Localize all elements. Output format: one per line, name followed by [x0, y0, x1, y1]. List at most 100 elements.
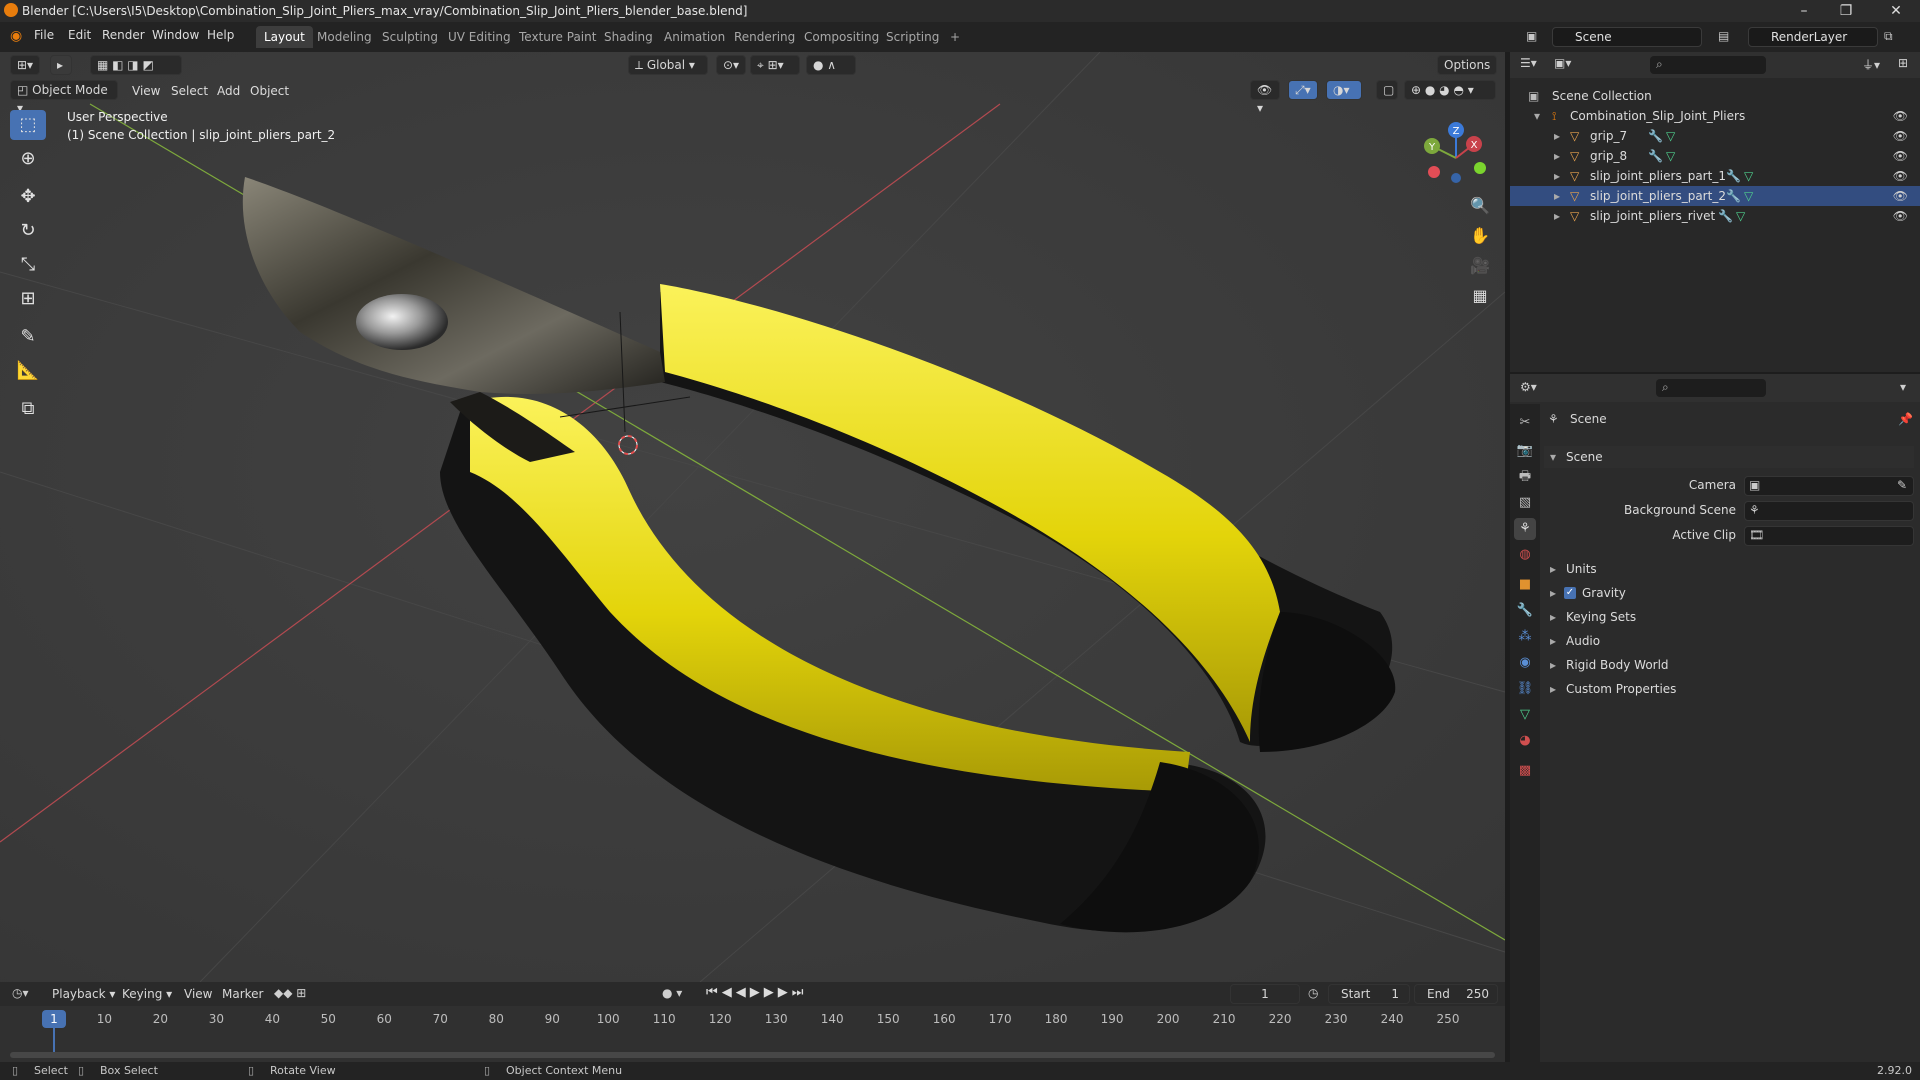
overlay-toggle[interactable]: ◑▾ [1326, 80, 1362, 100]
scene-tab-icon[interactable]: ⚘ [1514, 518, 1536, 540]
keying-sets-panel-header[interactable]: ▸ Keying Sets [1544, 606, 1914, 628]
measure-tool-icon[interactable]: 📐 [10, 356, 46, 386]
particles-tab-icon[interactable]: ⁂ [1514, 626, 1536, 648]
annotate-tool-icon[interactable]: ✎ [10, 322, 46, 352]
pivot-point-dropdown[interactable]: ⊙▾ [716, 55, 746, 75]
gravity-panel-header[interactable]: ▸ ✓ Gravity [1544, 582, 1914, 604]
menu-render[interactable]: Render [102, 28, 145, 42]
view-layer-icon[interactable]: ▤ [1718, 29, 1729, 43]
outliner-object-row[interactable]: ▸ ▽ grip_7 🔧 ▽ 👁 [1510, 126, 1920, 146]
visibility-eye-icon[interactable]: 👁 [1893, 166, 1908, 186]
proportional-edit-toggle[interactable]: ● ∧ [806, 55, 856, 75]
view-layer-field[interactable]: RenderLayer [1748, 27, 1878, 47]
menu-edit[interactable]: Edit [68, 28, 91, 42]
menu-file[interactable]: File [34, 28, 54, 42]
3d-viewport[interactable]: ⊞▾ ▸ ▦ ◧ ◨ ◩ ⟂ Global ▾ ⊙▾ ⌖ ⊞▾ ● ∧ Opti… [0, 52, 1505, 982]
visibility-eye-icon[interactable]: 👁 [1893, 126, 1908, 146]
select-tool-icon[interactable]: ▸ [50, 55, 72, 75]
camera-view-icon[interactable]: 🎥 [1466, 252, 1494, 280]
collapse-chevron-icon[interactable]: ▾ [1534, 106, 1540, 126]
rigid-body-world-panel-header[interactable]: ▸ Rigid Body World [1544, 654, 1914, 676]
scene-panel-header[interactable]: ▾ Scene [1544, 446, 1914, 468]
options-dropdown[interactable]: Options ▾ [1437, 55, 1497, 90]
close-button[interactable]: ✕ [1876, 2, 1916, 20]
custom-properties-panel-header[interactable]: ▸ Custom Properties [1544, 678, 1914, 700]
outliner-object-row-selected[interactable]: ▸ ▽ slip_joint_pliers_part_2 🔧 ▽ 👁 [1510, 186, 1920, 206]
units-panel-header[interactable]: ▸ Units [1544, 558, 1914, 580]
material-tab-icon[interactable]: ◕ [1514, 730, 1536, 752]
visibility-eye-icon[interactable]: 👁 [1893, 206, 1908, 226]
selection-mode-buttons[interactable]: ▦ ◧ ◨ ◩ [90, 55, 182, 75]
zoom-view-icon[interactable]: 🔍 [1466, 192, 1494, 220]
tab-sculpting[interactable]: Sculpting [374, 26, 446, 48]
timeline-scrollbar[interactable] [10, 1052, 1495, 1058]
add-workspace-button[interactable]: + [942, 26, 968, 48]
viewport-menu-select[interactable]: Select [171, 84, 208, 98]
active-clip-field[interactable]: 🎞 [1744, 526, 1914, 546]
tab-compositing[interactable]: Compositing [796, 26, 887, 48]
gizmo-toggle[interactable]: ⤢▾ [1288, 80, 1318, 100]
tab-shading[interactable]: Shading [596, 26, 661, 48]
shading-mode-buttons[interactable]: ⊕ ● ◕ ◓ ▾ [1404, 80, 1496, 100]
tab-animation[interactable]: Animation [656, 26, 733, 48]
timeline-ruler[interactable]: 1 10 20 30 40 50 60 70 80 90 100 110 120 130 140 150 160… [0, 982, 1505, 1062]
scene-name-field[interactable]: Scene [1552, 27, 1702, 47]
render-tab-icon[interactable]: 📷 [1514, 440, 1536, 462]
expand-chevron-icon[interactable]: ▸ [1554, 166, 1560, 186]
tab-rendering[interactable]: Rendering [726, 26, 803, 48]
camera-field[interactable]: ▣ ✎ [1744, 476, 1914, 496]
tab-modeling[interactable]: Modeling [309, 26, 380, 48]
outliner-object-row[interactable]: ▸ ▽ grip_8 🔧 ▽ 👁 [1510, 146, 1920, 166]
snap-toggle[interactable]: ⌖ ⊞▾ [750, 55, 800, 75]
tab-uv-editing[interactable]: UV Editing [440, 26, 519, 48]
properties-options-chevron-icon[interactable]: ▾ [1900, 380, 1906, 394]
rotate-tool-icon[interactable]: ↻ [10, 216, 46, 246]
visibility-eye-icon[interactable]: 👁 [1893, 106, 1908, 126]
cursor-tool-icon[interactable]: ⊕ [10, 144, 46, 174]
transform-tool-icon[interactable]: ⊞ [10, 284, 46, 314]
ortho-toggle-icon[interactable]: ▦ [1466, 282, 1494, 310]
properties-editor-type-icon[interactable]: ⚙▾ [1520, 380, 1537, 394]
gizmo-neg-z-icon[interactable] [1451, 173, 1461, 183]
outliner-object-row[interactable]: ▸ ▽ slip_joint_pliers_rivet 🔧 ▽ 👁 [1510, 206, 1920, 226]
tab-scripting[interactable]: Scripting [878, 26, 947, 48]
visibility-dropdown[interactable]: 👁▾ [1250, 80, 1280, 115]
move-tool-icon[interactable]: ✥ [10, 182, 46, 212]
view-layer-tab-icon[interactable]: ▧ [1514, 492, 1536, 514]
audio-panel-header[interactable]: ▸ Audio [1544, 630, 1914, 652]
tool-tab-icon[interactable]: ✂ [1514, 412, 1536, 434]
expand-chevron-icon[interactable]: ▸ [1554, 126, 1560, 146]
blender-menu-icon[interactable]: ◉ [10, 28, 22, 44]
xray-toggle[interactable]: ▢ [1376, 80, 1398, 100]
maximize-button[interactable]: ❐ [1826, 2, 1866, 20]
new-view-layer-icon[interactable]: ⧉ [1884, 29, 1893, 44]
texture-tab-icon[interactable]: ▩ [1514, 760, 1536, 782]
add-cube-tool-icon[interactable]: ⧉ [10, 394, 46, 424]
expand-chevron-icon[interactable]: ▸ [1554, 146, 1560, 166]
viewport-menu-view[interactable]: View [132, 84, 160, 98]
visibility-eye-icon[interactable]: 👁 [1893, 186, 1908, 206]
gizmo-neg-y-icon[interactable] [1474, 162, 1486, 174]
eyedropper-icon[interactable]: ✎ [1897, 478, 1907, 492]
editor-type-button[interactable]: ⊞▾ [10, 55, 40, 75]
outliner-scene-collection[interactable]: ▣ Scene Collection [1510, 86, 1920, 106]
mode-dropdown[interactable]: ◰ Object Mode ▾ [10, 80, 118, 115]
gizmo-neg-x-icon[interactable] [1428, 166, 1440, 178]
background-scene-field[interactable]: ⚘ [1744, 501, 1914, 521]
viewport-menu-object[interactable]: Object [250, 84, 289, 98]
constraints-tab-icon[interactable]: ⛓ [1514, 678, 1536, 700]
outliner-editor-type-icon[interactable]: ☰▾ [1520, 56, 1537, 70]
object-tab-icon[interactable]: ■ [1514, 574, 1536, 596]
data-tab-icon[interactable]: ▽ [1514, 704, 1536, 726]
scene-icon[interactable]: ▣ [1526, 29, 1537, 43]
scale-tool-icon[interactable]: ⤡ [10, 250, 46, 280]
viewport-menu-add[interactable]: Add [217, 84, 240, 98]
navigation-gizmo[interactable]: Z Y X [1416, 114, 1496, 194]
tab-layout[interactable]: Layout [256, 26, 313, 48]
pin-icon[interactable]: 📌 [1898, 412, 1913, 426]
gravity-checkbox[interactable]: ✓ [1564, 587, 1576, 599]
tab-texture-paint[interactable]: Texture Paint [511, 26, 604, 48]
world-tab-icon[interactable]: ◍ [1514, 544, 1536, 566]
modifier-tab-icon[interactable]: 🔧 [1514, 600, 1536, 622]
new-collection-icon[interactable]: ⊞ [1898, 56, 1908, 70]
